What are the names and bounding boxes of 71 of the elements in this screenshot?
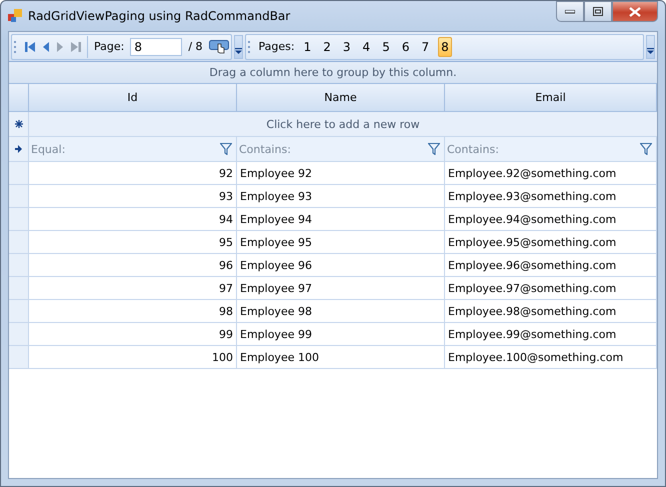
table-cell: 95 xyxy=(29,231,237,254)
page-field[interactable]: 8 xyxy=(130,38,182,56)
filter-icon[interactable] xyxy=(640,143,652,155)
table-cell: 92 xyxy=(29,162,237,185)
filter-field[interactable]: Contains: xyxy=(447,142,597,156)
page-link[interactable]: 3 xyxy=(340,36,354,56)
column-header[interactable]: Id xyxy=(29,84,237,112)
table-cell: 93 xyxy=(29,185,237,208)
grip-icon[interactable] xyxy=(248,40,251,54)
previous-page-icon[interactable] xyxy=(42,40,50,52)
caret-icon[interactable] xyxy=(234,48,242,54)
table-cell: Employee.92@something.com xyxy=(445,162,657,185)
group-panel: Drag a column here to group by this column. xyxy=(9,62,657,84)
asterisk-icon xyxy=(14,120,22,128)
table-cell: 96 xyxy=(29,254,237,277)
page-total: / 8 xyxy=(188,40,203,53)
page-link[interactable]: 1 xyxy=(300,36,314,56)
minimize-icon[interactable] xyxy=(565,10,575,14)
table-cell: 98 xyxy=(29,300,237,323)
table-cell: Employee.98@something.com xyxy=(445,300,657,323)
table-cell: Employee 95 xyxy=(237,231,445,254)
filter-field[interactable]: Contains: xyxy=(239,142,389,156)
close-button[interactable] xyxy=(612,1,658,22)
column-header[interactable]: Email xyxy=(445,84,657,112)
table-cell: Employee.94@something.com xyxy=(445,208,657,231)
grip-icon[interactable] xyxy=(14,40,17,54)
table-cell: Employee 96 xyxy=(237,254,445,277)
overflow-button[interactable] xyxy=(646,34,655,58)
filter-icon[interactable] xyxy=(428,143,440,155)
page-link[interactable]: 2 xyxy=(320,36,334,56)
page-link[interactable]: 7 xyxy=(418,36,432,56)
table-cell: Employee.100@something.com xyxy=(445,346,657,369)
table-cell: Employee.97@something.com xyxy=(445,277,657,300)
table-cell: Employee 92 xyxy=(237,162,445,185)
pages-label: Pages: xyxy=(258,40,295,53)
table-cell: Employee 98 xyxy=(237,300,445,323)
page-link[interactable]: 6 xyxy=(398,36,412,56)
table-cell: 99 xyxy=(29,323,237,346)
maximize-button[interactable] xyxy=(584,1,612,22)
caret-icon[interactable] xyxy=(647,48,654,54)
table-cell: Employee 100 xyxy=(237,346,445,369)
page-link[interactable]: 4 xyxy=(360,36,374,56)
last-page-icon[interactable] xyxy=(70,40,81,52)
table-cell: Employee 99 xyxy=(237,323,445,346)
page-link[interactable]: 8 xyxy=(438,36,452,56)
page-link[interactable]: 5 xyxy=(379,36,393,56)
overflow-button[interactable] xyxy=(234,34,243,58)
first-page-icon[interactable] xyxy=(25,40,36,52)
next-page-icon[interactable] xyxy=(56,40,64,52)
table-cell: Employee 94 xyxy=(237,208,445,231)
table-cell: 100 xyxy=(29,346,237,369)
header-corner xyxy=(9,84,29,112)
page-label: Page: xyxy=(94,40,124,53)
filter-icon[interactable] xyxy=(220,143,232,155)
table-cell: Employee 97 xyxy=(237,277,445,300)
table-cell: Employee 93 xyxy=(237,185,445,208)
go-icon[interactable] xyxy=(208,40,229,54)
table-cell: Employee.99@something.com xyxy=(445,323,657,346)
table-cell: Employee.96@something.com xyxy=(445,254,657,277)
table-cell: Employee.95@something.com xyxy=(445,231,657,254)
close-icon[interactable] xyxy=(629,6,641,16)
column-header[interactable]: Name xyxy=(237,84,445,112)
table-cell: Employee.93@something.com xyxy=(445,185,657,208)
filter-field[interactable]: Equal: xyxy=(31,142,181,156)
window-title: RadGridViewPaging using RadCommandBar xyxy=(28,9,292,23)
maximize-icon[interactable] xyxy=(593,7,603,16)
minimize-button[interactable] xyxy=(556,1,584,22)
table-cell: 94 xyxy=(29,208,237,231)
app-icon xyxy=(8,9,22,23)
current-row-icon xyxy=(15,145,22,153)
table-cell: 97 xyxy=(29,277,237,300)
